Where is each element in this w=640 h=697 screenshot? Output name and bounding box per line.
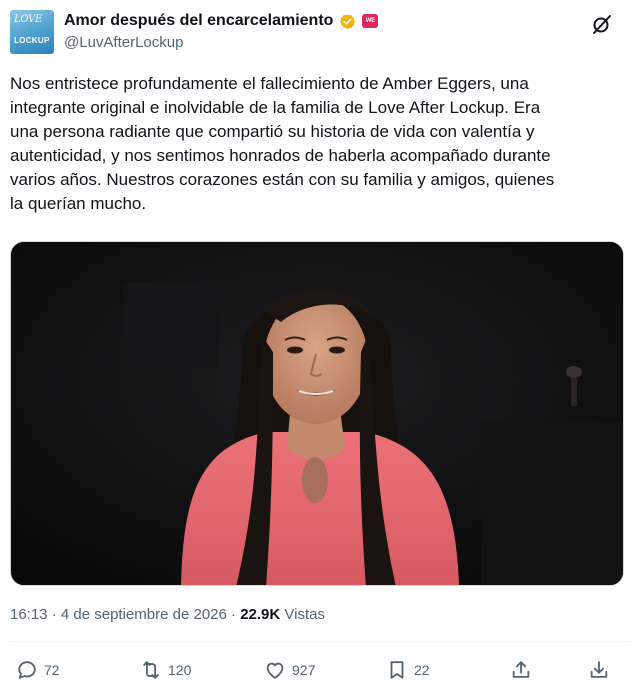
tweet-text-line: integrante original e inolvidable de la … <box>10 98 541 117</box>
download-icon <box>590 661 608 678</box>
action-bar: 72 120 927 22 <box>10 654 630 686</box>
views-count: 22.9K <box>240 606 281 623</box>
portrait-photo <box>11 242 623 585</box>
tweet-text-line: autenticidad, y nos sentimos honrados de… <box>10 146 551 165</box>
repost-count: 120 <box>168 662 192 678</box>
tweet-text-line: la querían mucho. <box>10 194 147 213</box>
meta-separator: · <box>47 606 61 623</box>
affiliate-badge-icon[interactable]: WE <box>362 14 379 28</box>
user-handle[interactable]: @LuvAfterLockup <box>64 34 183 51</box>
like-button[interactable]: 927 <box>264 654 315 686</box>
tweet-media-image[interactable] <box>10 241 624 586</box>
repost-button[interactable]: 120 <box>140 654 191 686</box>
bookmark-button[interactable]: 22 <box>386 654 430 686</box>
verified-badge-icon[interactable] <box>339 13 356 30</box>
avatar-logo-subtext: LOCKUP <box>14 36 50 45</box>
tweet-text-line: varios años. Nuestros corazones están co… <box>10 170 555 189</box>
repost-icon <box>143 661 159 679</box>
bookmark-icon <box>390 661 404 679</box>
download-button[interactable] <box>588 654 610 686</box>
bookmark-count: 22 <box>414 662 430 678</box>
meta-separator: · <box>226 606 241 623</box>
tweet-time[interactable]: 16:13 <box>10 606 48 623</box>
views-label: Vistas <box>284 606 325 623</box>
tweet-date[interactable]: 4 de septiembre de 2026 <box>61 606 227 623</box>
grok-icon[interactable] <box>590 12 614 36</box>
tweet-text-line: Nos entristece profundamente el fallecim… <box>10 74 529 93</box>
avatar[interactable]: LOVE LOCKUP <box>10 10 54 54</box>
reply-button[interactable]: 72 <box>16 654 60 686</box>
tweet-meta: 16:13 · 4 de septiembre de 2026 · 22.9K … <box>10 606 325 623</box>
divider <box>10 641 630 642</box>
share-button[interactable] <box>510 654 532 686</box>
display-name[interactable]: Amor después del encarcelamiento <box>64 12 333 30</box>
reply-icon <box>18 661 36 679</box>
tweet-text: Nos entristece profundamente el fallecim… <box>10 72 625 216</box>
avatar-logo-text: LOVE <box>14 14 42 25</box>
name-row: Amor después del encarcelamiento WE <box>64 10 379 32</box>
share-icon <box>512 661 530 678</box>
heart-icon <box>266 662 284 679</box>
like-count: 927 <box>292 662 316 678</box>
tweet-text-line: una persona radiante que compartió su hi… <box>10 122 535 141</box>
reply-count: 72 <box>44 662 60 678</box>
tweet-header: LOVE LOCKUP Amor después del encarcelami… <box>10 8 630 54</box>
